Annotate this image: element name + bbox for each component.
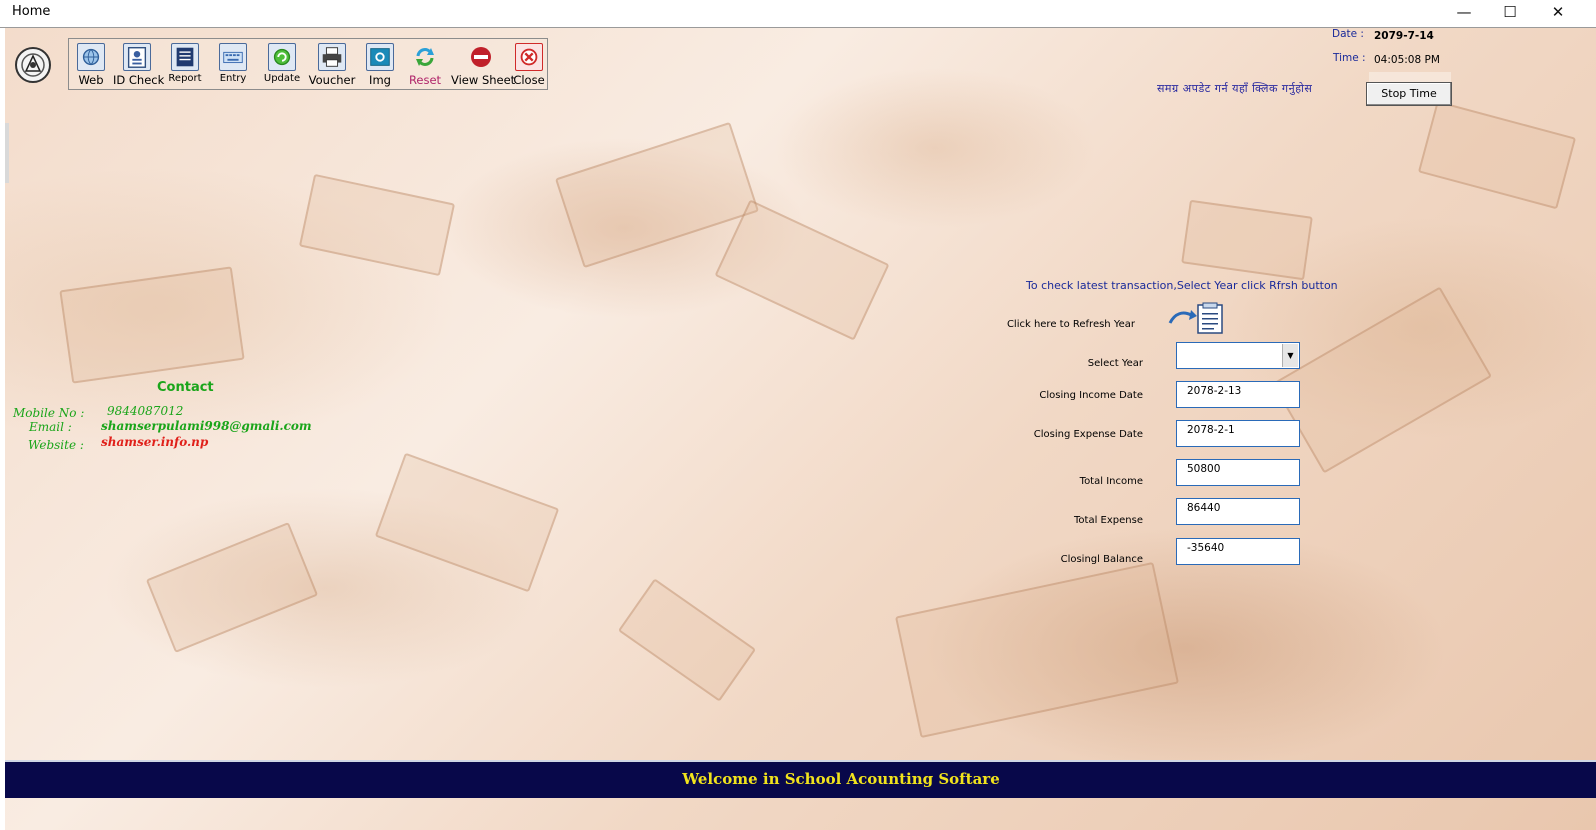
update-all-link[interactable]: समग्र अपडेट गर्न यहाँ क्लिक गर्नुहोस bbox=[1157, 81, 1312, 96]
email-value: shamserpulami998@gmali.com bbox=[101, 419, 312, 433]
image-icon bbox=[366, 43, 394, 71]
website-value: shamser.info.np bbox=[101, 435, 209, 449]
background-decoration bbox=[374, 452, 560, 593]
update-icon bbox=[268, 43, 296, 71]
web-icon bbox=[77, 43, 105, 71]
minimize-button[interactable]: — bbox=[1441, 0, 1487, 26]
printer-icon bbox=[318, 43, 346, 71]
background-decoration bbox=[617, 578, 757, 702]
closing-expense-date-label: Closing Expense Date bbox=[1033, 429, 1143, 440]
toolbar-id-check-label: ID Check bbox=[113, 73, 165, 87]
toolbar-update-label: Update bbox=[263, 73, 301, 84]
refresh-hint-text: To check latest transaction,Select Year … bbox=[1026, 279, 1338, 292]
date-value: 2079-7-14 bbox=[1374, 30, 1434, 42]
total-expense-label: Total Expense bbox=[1074, 515, 1143, 526]
contact-heading: Contact bbox=[157, 380, 214, 395]
background-decoration bbox=[714, 199, 890, 341]
keyboard-icon bbox=[219, 43, 247, 71]
chevron-down-icon[interactable]: ▼ bbox=[1282, 344, 1298, 367]
toolbar-web-label: Web bbox=[78, 73, 104, 87]
closing-income-date-label: Closing Income Date bbox=[1039, 390, 1143, 401]
website-label: Website : bbox=[28, 438, 84, 452]
select-year-dropdown[interactable]: ▼ bbox=[1176, 342, 1300, 369]
toolbar-view-sheet-button[interactable]: View Sheet bbox=[451, 39, 516, 89]
background-decoration bbox=[1417, 100, 1577, 210]
stop-time-button[interactable]: Stop Time bbox=[1366, 82, 1452, 106]
toolbar-close-label: Close bbox=[513, 73, 545, 87]
select-year-label: Select Year bbox=[1087, 358, 1143, 369]
date-label: Date : bbox=[1332, 28, 1364, 40]
main-form: Web ID Check Report Entry Update Voucher… bbox=[5, 28, 1596, 830]
background-decoration bbox=[894, 561, 1180, 739]
toolbar-entry-button[interactable]: Entry bbox=[211, 39, 255, 89]
welcome-text: Welcome in School Acounting Softare bbox=[682, 770, 1000, 788]
email-label: Email : bbox=[29, 420, 72, 434]
total-expense-field[interactable]: 86440 bbox=[1176, 498, 1300, 525]
refresh-year-icon[interactable] bbox=[1167, 301, 1227, 335]
mobile-label: Mobile No : bbox=[13, 406, 85, 420]
toolbar-update-button[interactable]: Update bbox=[259, 39, 305, 89]
background-decoration bbox=[1181, 199, 1313, 281]
toolbar-view-sheet-label: View Sheet bbox=[451, 73, 516, 87]
toolbar-web-button[interactable]: Web bbox=[71, 39, 111, 89]
toolbar-img-label: Img bbox=[369, 73, 391, 87]
close-icon bbox=[515, 43, 543, 71]
toolbar-report-label: Report bbox=[168, 73, 202, 84]
toolbar-voucher-button[interactable]: Voucher bbox=[307, 39, 357, 89]
closing-expense-date-field[interactable]: 2078-2-1 bbox=[1176, 420, 1300, 447]
mobile-value: 9844087012 bbox=[107, 404, 184, 418]
school-logo bbox=[15, 47, 51, 83]
closing-balance-label: Closingl Balance bbox=[1060, 554, 1143, 565]
refresh-icon bbox=[416, 48, 434, 66]
background-decoration bbox=[298, 173, 456, 277]
footer-banner: Welcome in School Acounting Softare bbox=[5, 760, 1596, 798]
time-value: 04:05:08 PM bbox=[1374, 54, 1440, 66]
exit-icon bbox=[471, 47, 491, 67]
closing-income-date-field[interactable]: 2078-2-13 bbox=[1176, 381, 1300, 408]
toolbar-reset-button[interactable]: Reset bbox=[403, 39, 447, 89]
toolbar-id-check-button[interactable]: ID Check bbox=[113, 39, 165, 89]
background-decoration bbox=[59, 266, 245, 384]
toolbar-report-button[interactable]: Report bbox=[163, 39, 207, 89]
close-window-button[interactable]: ✕ bbox=[1535, 0, 1581, 26]
toolbar-reset-label: Reset bbox=[408, 73, 442, 87]
main-toolbar: Web ID Check Report Entry Update Voucher… bbox=[68, 38, 548, 90]
total-income-label: Total Income bbox=[1079, 476, 1143, 487]
toolbar-img-button[interactable]: Img bbox=[359, 39, 401, 89]
report-icon bbox=[171, 43, 199, 71]
maximize-button[interactable]: ☐ bbox=[1487, 0, 1533, 26]
time-label: Time : bbox=[1333, 52, 1366, 64]
total-income-field[interactable]: 50800 bbox=[1176, 459, 1300, 486]
window-title: Home bbox=[12, 4, 51, 19]
toolbar-close-button[interactable]: Close bbox=[511, 39, 547, 89]
left-edge-strip bbox=[5, 123, 9, 183]
background-decoration bbox=[1271, 286, 1493, 474]
refresh-year-label: Click here to Refresh Year bbox=[1006, 319, 1135, 330]
id-card-icon bbox=[123, 43, 151, 71]
toolbar-voucher-label: Voucher bbox=[308, 73, 356, 87]
window-titlebar: Home — ☐ ✕ bbox=[0, 0, 1596, 28]
toolbar-entry-label: Entry bbox=[219, 73, 247, 84]
background-decoration bbox=[145, 522, 319, 653]
closing-balance-field[interactable]: -35640 bbox=[1176, 538, 1300, 565]
